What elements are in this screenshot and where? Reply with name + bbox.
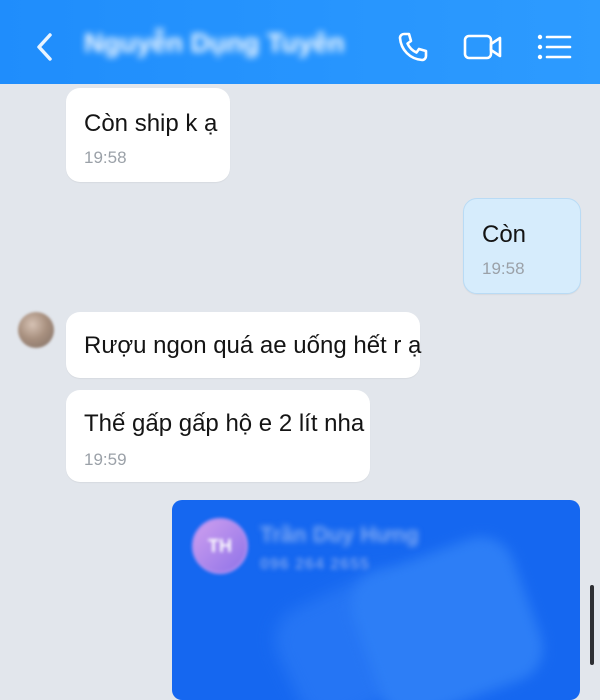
message-text: Thế gấp gấp hộ e 2 lít nha <box>84 410 365 437</box>
scrollbar[interactable] <box>590 585 594 665</box>
card-decoration <box>341 527 553 700</box>
chevron-left-icon[interactable] <box>30 30 60 64</box>
contact-card-name: Trần Duy Hưng <box>260 522 419 547</box>
contact-card[interactable]: TH Trần Duy Hưng 096 264 2655 <box>172 500 580 700</box>
phone-icon[interactable] <box>396 30 430 64</box>
message-bubble-sent[interactable]: Còn 19:58 <box>463 198 581 294</box>
message-bubble-received[interactable]: Thế gấp gấp hộ e 2 lít nha 19:59 <box>66 390 370 482</box>
message-time: 19:59 <box>84 450 127 469</box>
sender-avatar[interactable] <box>18 312 54 348</box>
contact-card-avatar[interactable]: TH <box>192 518 248 574</box>
contact-card-phone: 096 264 2655 <box>260 556 370 573</box>
message-text: Rượu ngon quá ae uống hết r ạ <box>84 332 422 359</box>
message-time: 19:58 <box>84 148 127 167</box>
message-bubble-received[interactable]: Rượu ngon quá ae uống hết r ạ <box>66 312 422 378</box>
message-text: Còn ship k ạ <box>84 110 218 137</box>
message-bubble-received[interactable]: Còn ship k ạ 19:58 <box>66 88 230 182</box>
video-camera-icon[interactable] <box>462 30 504 64</box>
contact-name[interactable]: Nguyễn Dụng Tuyên <box>84 28 345 59</box>
list-menu-icon[interactable] <box>536 32 572 62</box>
message-text: Còn <box>482 221 527 248</box>
message-time: 19:58 <box>482 259 525 278</box>
chat-header: Nguyễn Dụng Tuyên <box>0 0 600 84</box>
